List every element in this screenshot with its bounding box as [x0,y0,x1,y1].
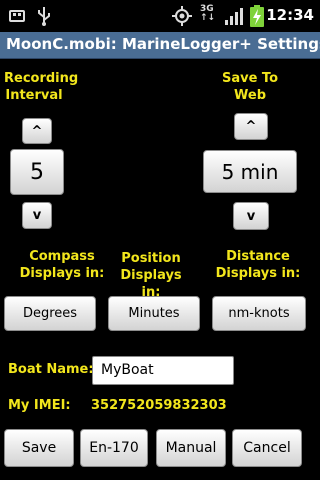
imei-value: 352752059832303 [91,398,227,413]
distance-units-label: Distance Displays in: [215,249,301,281]
position-units-label: Position Displays in: [120,251,182,300]
recording-interval-up-button[interactable]: ^ [22,118,52,144]
boat-name-label: Boat Name: [8,362,94,377]
recording-interval-down-button[interactable]: v [22,202,52,229]
distance-units-button[interactable]: nm-knots [212,296,306,331]
save-to-web-value-button[interactable]: 5 min [203,150,297,193]
app-title: MoonC.mobi: MarineLogger+ Settings [6,35,320,53]
recording-interval-value: 5 [30,159,44,185]
recording-interval-down-label: v [32,208,42,223]
cancel-button-label: Cancel [243,440,291,456]
clock-time: 12:34 [266,6,314,24]
manual-button-label: Manual [165,440,217,456]
3g-icon: 3G ↑↓ [200,4,216,23]
compass-units-label: Compass Displays in: [19,249,105,281]
save-to-web-value: 5 min [221,159,279,184]
imei-label: My IMEI: [8,398,71,413]
distance-units-value: nm-knots [228,306,290,321]
position-units-button[interactable]: Minutes [108,296,200,331]
model-button-label: En-170 [89,440,139,456]
recording-interval-up-label: ^ [31,123,43,139]
cancel-button[interactable]: Cancel [232,429,302,467]
settings-panel: Recording Interval ^ 5 v Save To Web ^ 5… [0,59,320,480]
usb-debug-icon [8,7,26,29]
battery-charging-icon [250,5,264,31]
status-bar: 3G ↑↓ 12:34 [0,0,320,32]
save-to-web-down-label: v [246,208,256,224]
save-to-web-up-label: ^ [245,119,257,134]
manual-button[interactable]: Manual [156,429,226,467]
compass-units-value: Degrees [22,306,78,321]
compass-units-button[interactable]: Degrees [4,296,96,331]
location-icon [172,6,192,30]
save-button[interactable]: Save [4,429,74,467]
title-bar: MoonC.mobi: MarineLogger+ Settings [0,32,320,59]
save-to-web-label: Save To Web [221,71,279,103]
save-button-label: Save [21,440,57,456]
recording-interval-label: Recording Interval [4,71,79,103]
save-to-web-down-button[interactable]: v [233,202,269,230]
recording-interval-value-button[interactable]: 5 [10,149,64,195]
usb-icon [36,5,52,31]
signal-icon [224,7,244,29]
save-to-web-up-button[interactable]: ^ [234,113,268,140]
model-button[interactable]: En-170 [80,429,148,467]
position-units-value: Minutes [128,306,180,321]
boat-name-input[interactable]: MyBoat [92,356,234,385]
